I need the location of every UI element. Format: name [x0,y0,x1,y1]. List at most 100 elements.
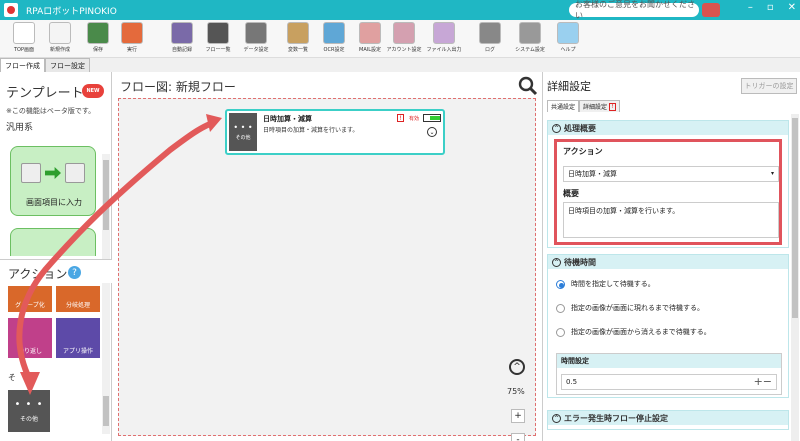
trigger-settings-button[interactable]: トリガーの設定 [741,78,797,94]
collapse-icon[interactable]: ^ [552,257,561,267]
feedback-button[interactable]: お客様のご意見をお聞かせください [569,0,699,20]
radio-button[interactable] [556,327,565,337]
collapse-icon[interactable]: ^ [552,413,561,423]
app-logo-icon [4,3,18,17]
toolbar-button-7[interactable]: 変数一覧 [280,22,316,56]
action-tile-loop[interactable]: 繰り返し [8,318,52,358]
radio-label: 時間を指定して待機する。 [571,280,655,288]
help-icon[interactable]: ? [68,266,81,279]
time-value-input[interactable]: 0.5 +− [561,374,777,390]
toolbar-icon [87,22,109,44]
action-scrollbar[interactable] [102,286,110,434]
template-card-screen-input[interactable]: 画面項目に入力 [10,146,96,216]
warning-icon: ! [609,102,617,111]
template-card-partial[interactable] [10,228,96,256]
chevron-up-icon[interactable]: ^ [509,359,525,375]
toolbar-icon [359,22,381,44]
section-header[interactable]: ^ 待機時間 [548,255,788,269]
editor-tabs: フロー作成 フロー設定 [0,58,90,72]
toolbar-button-6[interactable]: データ設定 [238,22,274,56]
tab-common-settings[interactable]: 共通設定 [547,100,580,112]
toolbar-icon [557,22,579,44]
flow-node[interactable]: • • • その他 日時加算・減算 ! 有効 日時項目の加算・減算を行います。 … [225,109,445,155]
left-panel: テンプレート NEW ※この機能はベータ版です。 汎用系 画面項目に入力 アクシ… [0,72,112,441]
warning-icon: ! [397,114,404,122]
action-tile-branch[interactable]: 分岐処理 [56,286,100,312]
new-badge: NEW [82,84,104,98]
toolbar-button-10[interactable]: アカウント設定 [386,22,422,56]
action-tile-app-op[interactable]: アプリ操作 [56,318,100,358]
minimize-button[interactable]: – [748,2,753,13]
maximize-button[interactable]: ▫ [767,2,774,13]
close-button[interactable]: ✕ [788,2,796,13]
collapse-icon[interactable]: ^ [552,123,561,133]
tab-flow-settings[interactable]: フロー設定 [45,58,90,72]
detail-tabs: 共通設定 詳細設定 ! [547,100,621,112]
tab-detail-label: 詳細設定 [583,104,608,111]
toolbar-button-0[interactable]: TOP画面 [6,22,42,56]
toolbar-icon [171,22,193,44]
section-title: エラー発生時フロー停止設定 [564,413,668,423]
toolbar-label: ファイル入出力 [426,47,462,53]
stepper-icon[interactable]: +− [754,375,772,388]
tab-flow-create[interactable]: フロー作成 [0,58,45,72]
scroll-thumb[interactable] [103,396,109,426]
detail-scrollbar[interactable] [791,114,799,441]
toolbar-button-12[interactable]: ログ [472,22,508,56]
scroll-thumb[interactable] [103,160,109,230]
window-controls: – ▫ ✕ [748,2,796,13]
action-select-value: 日時加算・減算 [568,170,617,178]
summary-textarea[interactable]: 日時項目の加算・減算を行います。 [563,202,779,238]
toolbar-button-14[interactable]: ヘルプ [550,22,586,56]
toolbar-label: アカウント設定 [386,47,422,53]
detail-panel: 詳細設定 トリガーの設定 共通設定 詳細設定 ! ^ 処理概要 アクション 日時… [542,72,800,441]
radio-wait-image-appear[interactable]: 指定の画像が画面に現れるまで待機する。 [556,303,704,313]
toolbar-button-4[interactable]: 自動記録 [164,22,200,56]
chevron-down-icon[interactable]: ⌄ [427,127,437,137]
arrow-right-icon [45,167,61,179]
summary-label: 概要 [563,189,579,198]
toolbar-button-11[interactable]: ファイル入出力 [426,22,462,56]
section-header[interactable]: ^ 処理概要 [548,121,788,135]
toolbar-icon [13,22,35,44]
flow-canvas[interactable]: • • • その他 日時加算・減算 ! 有効 日時項目の加算・減算を行います。 … [118,98,536,441]
section-error-stop: ^ エラー発生時フロー停止設定 [547,410,789,430]
node-icon-label: その他 [235,135,251,141]
toolbar-icon [121,22,143,44]
scroll-thumb[interactable] [792,118,798,318]
radio-wait-time[interactable]: 時間を指定して待機する。 [556,279,655,289]
action-select[interactable]: 日時加算・減算 ▾ [563,166,779,182]
toolbar-button-8[interactable]: OCR設定 [316,22,352,56]
search-icon[interactable] [518,76,538,96]
toolbar-button-2[interactable]: 保存 [80,22,116,56]
action-label: アクション [563,147,603,156]
zoom-out-button[interactable]: - [511,433,525,441]
radio-button[interactable] [556,279,565,289]
feedback-hand-icon[interactable] [702,3,720,17]
tab-detail-settings[interactable]: 詳細設定 ! [579,100,621,112]
toolbar-button-5[interactable]: フロー一覧 [200,22,236,56]
zoom-level: 75% [507,387,525,396]
toolbar-icon [519,22,541,44]
node-enable-toggle[interactable] [423,114,441,122]
toolbar-button-1[interactable]: 新規作成 [42,22,78,56]
app-window: RPAロボットPINOKIO お客様のご意見をお聞かせください – ▫ ✕ TO… [0,0,800,441]
toolbar-icon [393,22,415,44]
zoom-in-button[interactable]: + [511,409,525,423]
radio-button[interactable] [556,303,565,313]
toolbar-icon [323,22,345,44]
beta-note: ※この機能はベータ版です。 [6,107,96,115]
section-header[interactable]: ^ エラー発生時フロー停止設定 [548,411,788,425]
action-tile-group[interactable]: グループ化 [8,286,52,312]
time-value: 0.5 [566,378,578,386]
toolbar-button-3[interactable]: 実行 [114,22,150,56]
action-tile-other[interactable]: • • • その他 [8,390,50,432]
toolbar-button-13[interactable]: システム設定 [512,22,548,56]
radio-label: 指定の画像が画面に現れるまで待機する。 [571,304,704,312]
toolbar-label: 変数一覧 [287,47,308,53]
highlight-box: アクション 日時加算・減算 ▾ 概要 日時項目の加算・減算を行います。 [554,139,782,245]
toolbar-button-9[interactable]: MAIL設定 [352,22,388,56]
radio-wait-image-disappear[interactable]: 指定の画像が画面から消えるまで待機する。 [556,327,711,337]
template-title: テンプレート [6,86,84,101]
toolbar-icon [49,22,71,44]
